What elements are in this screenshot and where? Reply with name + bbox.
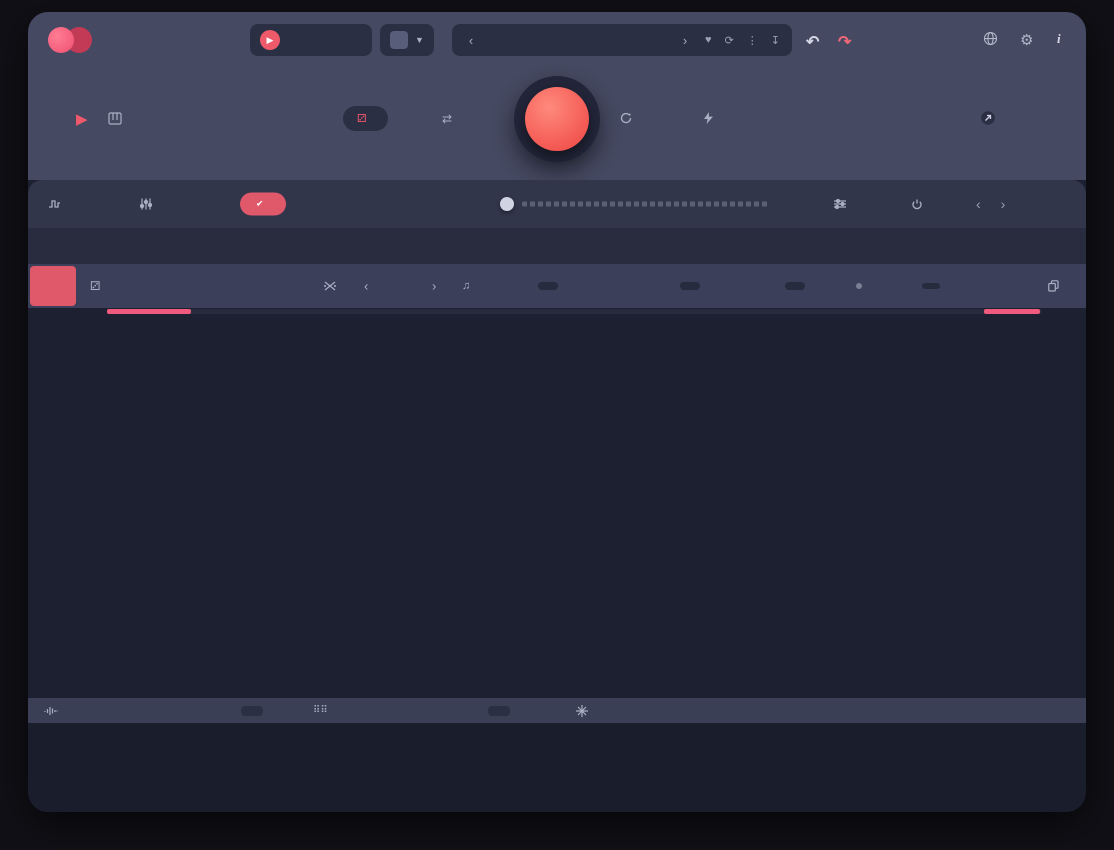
dice-icon[interactable]: ⚂ xyxy=(90,279,100,293)
power-icon xyxy=(912,199,922,210)
shift-right-button[interactable]: › xyxy=(432,279,436,294)
sounds-wave-icon xyxy=(44,706,58,716)
mixer-icon xyxy=(834,199,846,210)
all-filter-button[interactable]: ✔ xyxy=(240,193,286,216)
prev-pattern-button[interactable]: ‹ xyxy=(976,196,981,212)
reload-preset-icon[interactable]: ⟳ xyxy=(725,34,734,47)
preset-browser: ‹ › ♥ ⟳ ⋮ ↧ xyxy=(452,24,792,56)
delay-value[interactable] xyxy=(785,282,805,290)
instant-button[interactable] xyxy=(704,112,720,124)
prev-preset-button[interactable]: ‹ xyxy=(464,33,478,48)
pattern-icon xyxy=(48,199,61,209)
settings-gear-icon[interactable]: ⚙ xyxy=(1020,31,1033,49)
loop-segment-left[interactable] xyxy=(107,309,191,314)
smart-icon xyxy=(620,112,632,124)
step-controls-bar: ⚂ ‹ › ♫ xyxy=(28,264,1086,308)
browser-globe-icon[interactable] xyxy=(983,31,998,46)
favorite-heart-icon[interactable]: ♥ xyxy=(705,34,712,46)
play-button[interactable]: ▶ xyxy=(76,110,88,128)
pattern-selector: ‹ › xyxy=(976,196,1005,212)
sounds-tab[interactable] xyxy=(140,199,159,210)
loop-segment-right[interactable] xyxy=(984,309,1040,314)
plugin-window: ▶ ▼ ‹ › ♥ ⟳ ⋮ ↧ ↶ ↷ xyxy=(28,12,1086,812)
top-bar: ▶ ▼ ‹ › ♥ ⟳ ⋮ ↧ ↶ ↷ xyxy=(28,12,1086,68)
dice-icon: ⚂ xyxy=(357,112,367,125)
section-tabs xyxy=(28,228,1086,264)
ai-dropdown[interactable]: ▼ xyxy=(380,24,434,56)
piano-keyboard xyxy=(28,723,1086,812)
export-button[interactable] xyxy=(980,110,1003,126)
export-icon xyxy=(980,110,996,126)
randomize-button-ring xyxy=(514,76,600,162)
bpm-box[interactable]: ▶ xyxy=(250,24,372,56)
density-slider-track[interactable] xyxy=(522,202,770,207)
loop-range-strip[interactable] xyxy=(107,309,1042,314)
remix-loop-icon: ⇄ xyxy=(442,112,452,126)
header: ▶ ▼ ‹ › ♥ ⟳ ⋮ ↧ ↶ ↷ xyxy=(28,12,1086,180)
lightning-icon xyxy=(704,112,713,124)
reset-button[interactable] xyxy=(912,199,929,210)
sequencers-dots-icon: ⠿⠿ xyxy=(313,706,328,716)
transport-row: ▶ ⚂ ⇄ xyxy=(28,68,1086,180)
more-options-icon[interactable]: ⋮ xyxy=(747,34,758,47)
density-slider-thumb[interactable] xyxy=(500,197,514,211)
info-icon[interactable]: i xyxy=(1057,31,1061,47)
copy-icon[interactable] xyxy=(1048,280,1059,292)
sounds-hold-button[interactable] xyxy=(241,706,263,716)
check-icon: ✔ xyxy=(256,199,264,210)
note-value-icon[interactable]: ♫ xyxy=(462,280,470,292)
scatter-icon[interactable] xyxy=(324,281,336,291)
swing-value[interactable] xyxy=(680,282,700,290)
playbeat-logo-icon xyxy=(48,25,100,55)
step-grid xyxy=(30,317,1080,698)
save-preset-icon[interactable]: ↧ xyxy=(771,34,780,47)
randomize-big-button[interactable] xyxy=(525,87,589,151)
undo-icon[interactable]: ↶ xyxy=(806,32,819,52)
keyboard-toggle-icon[interactable] xyxy=(108,112,122,125)
next-preset-button[interactable]: › xyxy=(678,33,692,48)
redo-icon[interactable]: ↷ xyxy=(838,32,851,52)
ai-icon xyxy=(390,31,408,49)
sequencers-hold-button[interactable] xyxy=(488,706,510,716)
next-pattern-button[interactable]: › xyxy=(1001,196,1006,212)
pattern-tab[interactable] xyxy=(48,199,68,209)
remixes-spark-icon xyxy=(576,705,588,717)
rate-value[interactable] xyxy=(538,282,558,290)
mixer-button[interactable] xyxy=(834,199,853,210)
bottom-bar: ⠿⠿ xyxy=(28,698,1086,723)
pattern-bar: ✔ ‹ xyxy=(28,180,1086,228)
chevron-down-icon: ▼ xyxy=(415,35,424,45)
tempo-play-icon[interactable]: ▶ xyxy=(260,30,280,50)
all-steps-value[interactable] xyxy=(922,283,940,289)
select-all-tracks-button[interactable] xyxy=(30,266,76,306)
all-steps-dot-icon[interactable] xyxy=(856,283,862,289)
sounds-sliders-icon xyxy=(140,199,152,210)
remix-button[interactable]: ⇄ xyxy=(442,112,459,126)
random-button[interactable]: ⚂ xyxy=(343,106,388,131)
smart-button[interactable] xyxy=(620,112,639,124)
shift-left-button[interactable]: ‹ xyxy=(364,279,368,294)
